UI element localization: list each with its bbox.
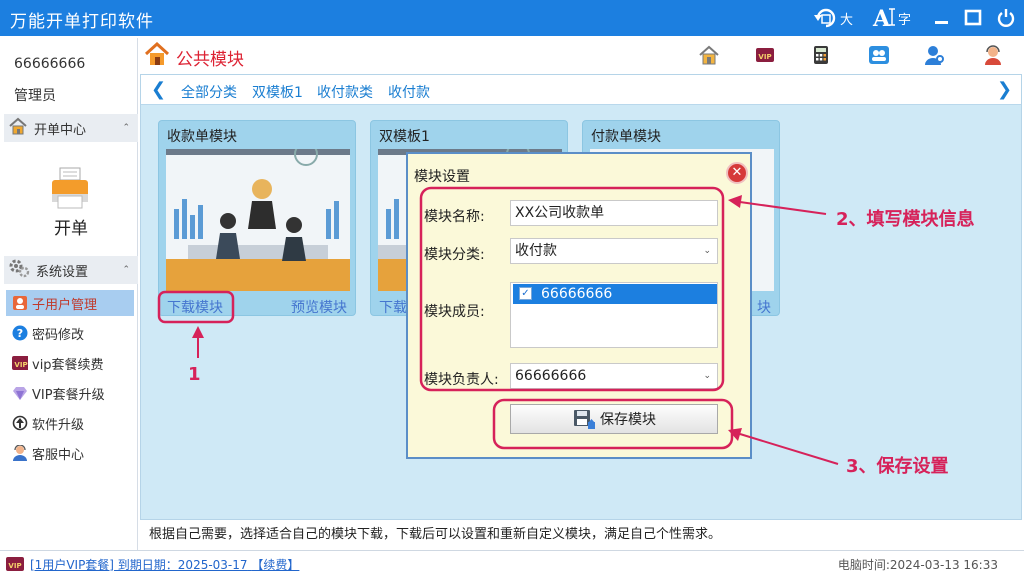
step3-arrow (739, 433, 839, 465)
status-bar: VIP [1用户VIP套餐] 到期日期：2025-03-17 【续费】 电脑时间… (0, 550, 1024, 576)
step3-highlight (492, 398, 734, 450)
vip-icon: VIP (6, 557, 24, 571)
vip-status-text: [1用户VIP套餐] 到期日期：2025-03-17 (30, 558, 248, 572)
computer-time: 电脑时间:2024-03-13 16:33 (837, 558, 998, 572)
step3-annotation: 3、保存设置 (846, 456, 949, 477)
step1-highlight (157, 290, 235, 324)
step2-arrowhead (728, 195, 742, 208)
annotation-overlay (157, 186, 839, 465)
step2-highlight (419, 186, 725, 392)
step3-arrowhead (728, 428, 742, 441)
step1-arrowhead (192, 326, 204, 338)
step2-arrow (739, 201, 827, 215)
renew-link[interactable]: 【续费】 (251, 558, 299, 572)
svg-text:VIP: VIP (8, 562, 21, 570)
step1-annotation: 1 (188, 364, 201, 385)
vip-status-link[interactable]: [1用户VIP套餐] 到期日期：2025-03-17 【续费】 (30, 556, 299, 573)
step2-annotation: 2、填写模块信息 (836, 209, 975, 230)
